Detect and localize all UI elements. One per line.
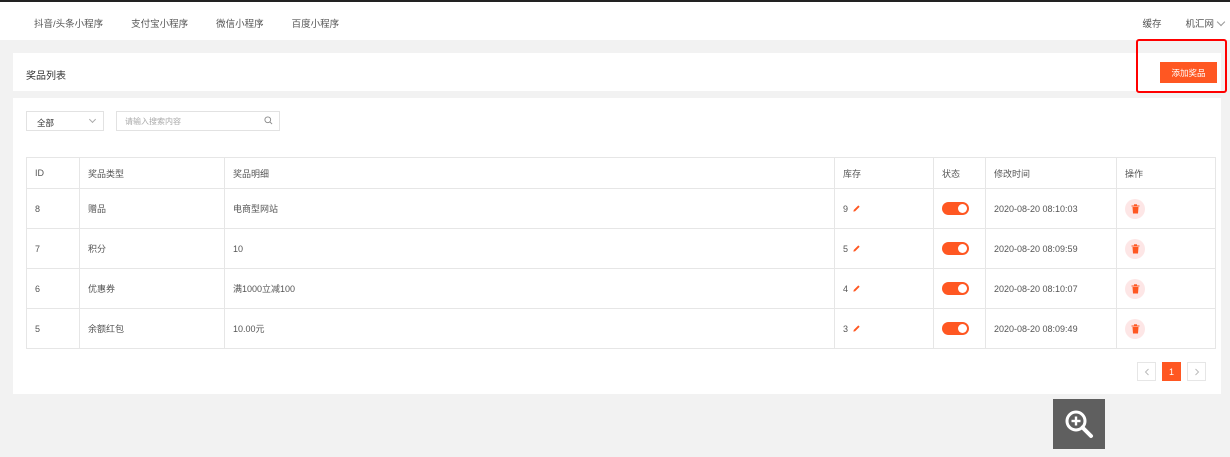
- toggle-knob: [958, 284, 967, 293]
- cell-actions: [1116, 188, 1216, 229]
- site-menu[interactable]: 机汇网: [1185, 16, 1214, 30]
- cell-actions: [1116, 308, 1216, 349]
- pencil-icon[interactable]: [852, 324, 861, 333]
- column-header-time: 修改时间: [985, 157, 1117, 189]
- search-box: [116, 111, 280, 131]
- pencil-icon[interactable]: [852, 204, 861, 213]
- trash-icon: [1131, 283, 1139, 293]
- cell-time: 2020-08-20 08:10:07: [985, 268, 1117, 309]
- table-row: 6 优惠券 满1000立减100 4 2020-08-20 08:10:07: [26, 268, 1216, 309]
- page-title: 奖品列表: [26, 71, 66, 82]
- delete-button[interactable]: [1125, 238, 1145, 259]
- cell-detail: 满1000立减100: [224, 268, 835, 309]
- cell-detail: 10: [224, 228, 835, 269]
- column-header-id: ID: [26, 157, 80, 189]
- cell-actions: [1116, 268, 1216, 309]
- page-button-current[interactable]: 1: [1162, 362, 1181, 381]
- cell-id: 7: [26, 228, 80, 269]
- stock-value: 4: [843, 283, 849, 294]
- pencil-icon[interactable]: [852, 284, 861, 293]
- cell-stock: 4: [834, 268, 934, 309]
- cell-type: 积分: [79, 228, 225, 269]
- delete-button[interactable]: [1125, 198, 1145, 219]
- chevron-down-icon: [88, 115, 97, 124]
- cell-detail: 电商型网站: [224, 188, 835, 229]
- toggle-knob: [958, 204, 967, 213]
- cell-status: [933, 268, 986, 309]
- cell-id: 5: [26, 308, 80, 349]
- prev-page-button[interactable]: [1137, 362, 1156, 381]
- chevron-down-icon[interactable]: [1216, 17, 1226, 26]
- status-toggle[interactable]: [942, 202, 969, 215]
- type-filter-select[interactable]: 全部: [26, 111, 104, 131]
- cell-status: [933, 188, 986, 229]
- column-header-stock: 库存: [834, 157, 934, 189]
- table-row: 8 赠品 电商型网站 9 2020-08-20 08:10:03: [26, 188, 1216, 229]
- cell-detail: 10.00元: [224, 308, 835, 349]
- cell-time: 2020-08-20 08:09:59: [985, 228, 1117, 269]
- top-bar: 抖音/头条小程序 支付宝小程序 微信小程序 百度小程序 缓存 机汇网: [0, 0, 1230, 40]
- cell-id: 8: [26, 188, 80, 229]
- cell-time: 2020-08-20 08:10:03: [985, 188, 1117, 229]
- cell-stock: 9: [834, 188, 934, 229]
- pencil-icon[interactable]: [852, 244, 861, 253]
- cell-type: 赠品: [79, 188, 225, 229]
- cell-type: 余额红包: [79, 308, 225, 349]
- tab-baidu[interactable]: 百度小程序: [292, 16, 340, 30]
- cell-time: 2020-08-20 08:09:49: [985, 308, 1117, 349]
- search-input[interactable]: [117, 112, 265, 130]
- prize-list-panel: 全部 ID 奖品类型 奖品明细 库存 状态 修改时间 操作 8: [13, 98, 1221, 394]
- status-toggle[interactable]: [942, 242, 969, 255]
- table-row: 7 积分 10 5 2020-08-20 08:09:59: [26, 228, 1216, 269]
- search-icon[interactable]: [264, 116, 273, 125]
- tab-douyin[interactable]: 抖音/头条小程序: [34, 16, 103, 30]
- cell-id: 6: [26, 268, 80, 309]
- cell-type: 优惠券: [79, 268, 225, 309]
- stock-value: 3: [843, 323, 849, 334]
- cell-actions: [1116, 228, 1216, 269]
- table-header-row: ID 奖品类型 奖品明细 库存 状态 修改时间 操作: [26, 157, 1216, 189]
- select-value: 全部: [37, 118, 55, 128]
- trash-icon: [1131, 323, 1139, 333]
- toggle-knob: [958, 324, 967, 333]
- tab-alipay[interactable]: 支付宝小程序: [131, 16, 188, 30]
- zoom-in-icon: [1065, 410, 1093, 438]
- page-header: 奖品列表 添加奖品: [13, 53, 1221, 91]
- top-right-menu: 缓存 机汇网: [1142, 16, 1230, 30]
- chevron-right-icon: [1194, 368, 1199, 375]
- table-row: 5 余额红包 10.00元 3 2020-08-20 08:09:49: [26, 308, 1216, 349]
- stock-value: 5: [843, 243, 849, 254]
- toggle-knob: [958, 244, 967, 253]
- status-toggle[interactable]: [942, 282, 969, 295]
- cell-stock: 3: [834, 308, 934, 349]
- column-header-actions: 操作: [1116, 157, 1216, 189]
- prize-table: ID 奖品类型 奖品明细 库存 状态 修改时间 操作 8 赠品 电商型网站 9 …: [26, 157, 1216, 349]
- column-header-status: 状态: [933, 157, 986, 189]
- pagination: 1: [1137, 362, 1206, 381]
- chevron-left-icon: [1144, 368, 1149, 375]
- trash-icon: [1131, 203, 1139, 213]
- cell-status: [933, 228, 986, 269]
- status-toggle[interactable]: [942, 322, 969, 335]
- platform-tabs: 抖音/头条小程序 支付宝小程序 微信小程序 百度小程序: [34, 16, 367, 30]
- tab-wechat[interactable]: 微信小程序: [216, 16, 264, 30]
- delete-button[interactable]: [1125, 318, 1145, 339]
- cell-stock: 5: [834, 228, 934, 269]
- highlight-box: [1136, 39, 1227, 93]
- stock-value: 9: [843, 203, 849, 214]
- zoom-in-button[interactable]: [1053, 399, 1105, 449]
- next-page-button[interactable]: [1187, 362, 1206, 381]
- cell-status: [933, 308, 986, 349]
- cache-link[interactable]: 缓存: [1142, 16, 1161, 30]
- delete-button[interactable]: [1125, 278, 1145, 299]
- trash-icon: [1131, 243, 1139, 253]
- column-header-type: 奖品类型: [79, 157, 225, 189]
- column-header-detail: 奖品明细: [224, 157, 835, 189]
